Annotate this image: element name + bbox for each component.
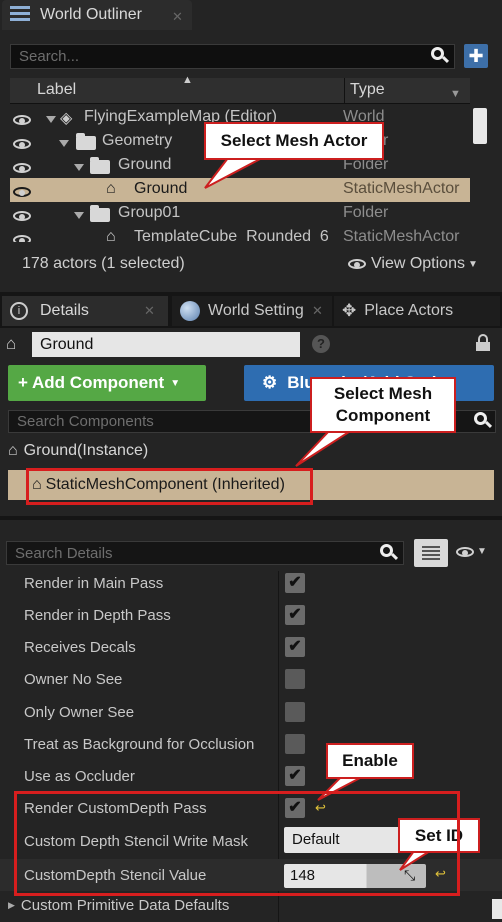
- property-matrix-icon[interactable]: [414, 539, 448, 567]
- outliner-scrollbar[interactable]: [473, 108, 487, 144]
- visibility-icon[interactable]: [13, 115, 31, 125]
- component-instance-row[interactable]: ⌂ Ground(Instance): [8, 436, 494, 466]
- divider: [0, 516, 502, 520]
- folder-icon: [90, 157, 110, 174]
- details-tabbar: i Details ✕ World Setting ✕ ✥ Place Acto…: [0, 294, 502, 328]
- column-type[interactable]: Type: [350, 81, 385, 99]
- outliner-title: World Outliner: [40, 6, 142, 23]
- chevron-down-icon: ▼: [467, 258, 478, 270]
- add-folder-icon[interactable]: ✚: [464, 44, 488, 68]
- checkbox-owner-no-see[interactable]: [285, 669, 305, 689]
- checkbox-render-main-pass[interactable]: ✔: [285, 573, 305, 593]
- tree-row[interactable]: ⌂ TemplateCube_Rounded_6 StaticMeshActor: [10, 226, 470, 242]
- place-actors-icon: ✥: [342, 301, 357, 320]
- column-options-icon[interactable]: ▼: [450, 88, 461, 100]
- callout-select-mesh-actor: Select Mesh Actor: [204, 122, 384, 160]
- view-options-button[interactable]: View Options ▼: [348, 255, 478, 273]
- tree-row-selected[interactable]: ⌂ Ground StaticMeshActor: [10, 178, 470, 202]
- chevron-down-icon: ▼: [477, 546, 487, 557]
- details-scrollbar[interactable]: [492, 899, 502, 919]
- visibility-filter-button[interactable]: ▼: [456, 546, 487, 557]
- column-label[interactable]: Label: [37, 81, 76, 99]
- checkbox-only-owner-see[interactable]: [285, 702, 305, 722]
- search-icon: [431, 47, 450, 65]
- actor-icon: ⌂: [8, 442, 18, 459]
- close-icon[interactable]: ✕: [312, 303, 323, 319]
- tab-place-actors[interactable]: ✥ Place Actors: [334, 296, 500, 326]
- visibility-icon[interactable]: [13, 211, 31, 221]
- sort-icon: ▲: [182, 74, 193, 86]
- prop-owner-no-see: Owner No See: [24, 671, 123, 688]
- details-icon: i: [10, 302, 28, 320]
- visibility-icon[interactable]: [13, 163, 31, 173]
- eye-icon: [348, 259, 366, 269]
- folder-icon: [90, 205, 110, 222]
- callout-select-mesh-component: Select Mesh Component: [310, 377, 456, 433]
- custom-primitive-data-row[interactable]: ▶ Custom Primitive Data Defaults: [8, 897, 229, 914]
- tab-world-settings[interactable]: World Setting ✕: [172, 296, 332, 326]
- tab-world-outliner[interactable]: World Outliner: [2, 0, 192, 30]
- eye-icon: [456, 546, 474, 557]
- prop-background-occlusion: Treat as Background for Occlusion: [24, 736, 255, 753]
- checkbox-use-as-occluder[interactable]: ✔: [285, 766, 305, 786]
- checkbox-render-depth-pass[interactable]: ✔: [285, 605, 305, 625]
- lock-icon[interactable]: [476, 334, 490, 351]
- checkbox-background-occlusion[interactable]: [285, 734, 305, 754]
- callout-enable: Enable: [326, 743, 414, 779]
- search-icon: [474, 412, 493, 430]
- help-icon[interactable]: ?: [312, 335, 330, 353]
- close-icon[interactable]: ✕: [172, 9, 183, 25]
- actor-name-input[interactable]: Ground: [32, 332, 300, 357]
- prop-only-owner-see: Only Owner See: [24, 704, 135, 721]
- prop-render-main-pass: Render in Main Pass: [24, 575, 164, 592]
- folder-icon: [76, 133, 96, 150]
- actor-icon: ⌂: [6, 334, 17, 353]
- static-mesh-icon: ⌂: [106, 228, 116, 242]
- highlight-custom-depth: [14, 791, 460, 896]
- visibility-icon[interactable]: [13, 235, 31, 242]
- tab-details[interactable]: i Details ✕: [2, 296, 168, 326]
- prop-render-depth-pass: Render in Depth Pass: [24, 607, 171, 624]
- prop-use-as-occluder: Use as Occluder: [24, 768, 135, 785]
- visibility-icon[interactable]: [13, 187, 31, 197]
- outliner-icon: [10, 6, 30, 24]
- gears-icon: ⚙: [262, 373, 278, 392]
- globe-icon: [180, 301, 200, 321]
- world-icon: ◈: [60, 110, 73, 127]
- static-mesh-icon: ⌂: [106, 180, 116, 197]
- visibility-icon[interactable]: [13, 139, 31, 149]
- add-component-button[interactable]: + Add Component ▼: [8, 365, 206, 401]
- search-details-input[interactable]: Search Details: [6, 541, 404, 565]
- highlight-component: [26, 468, 313, 505]
- outliner-header: Label ▲ Type ▼: [10, 74, 470, 104]
- tree-row[interactable]: Group01 Folder: [10, 202, 470, 226]
- outliner-search-input[interactable]: Search...: [10, 44, 455, 69]
- close-icon[interactable]: ✕: [144, 303, 155, 319]
- prop-receives-decals: Receives Decals: [24, 639, 136, 656]
- chevron-down-icon: ▼: [170, 377, 181, 389]
- actor-count: 178 actors (1 selected): [22, 255, 185, 272]
- chevron-right-icon: ▶: [8, 900, 15, 910]
- checkbox-receives-decals[interactable]: ✔: [285, 637, 305, 657]
- search-icon: [380, 544, 399, 562]
